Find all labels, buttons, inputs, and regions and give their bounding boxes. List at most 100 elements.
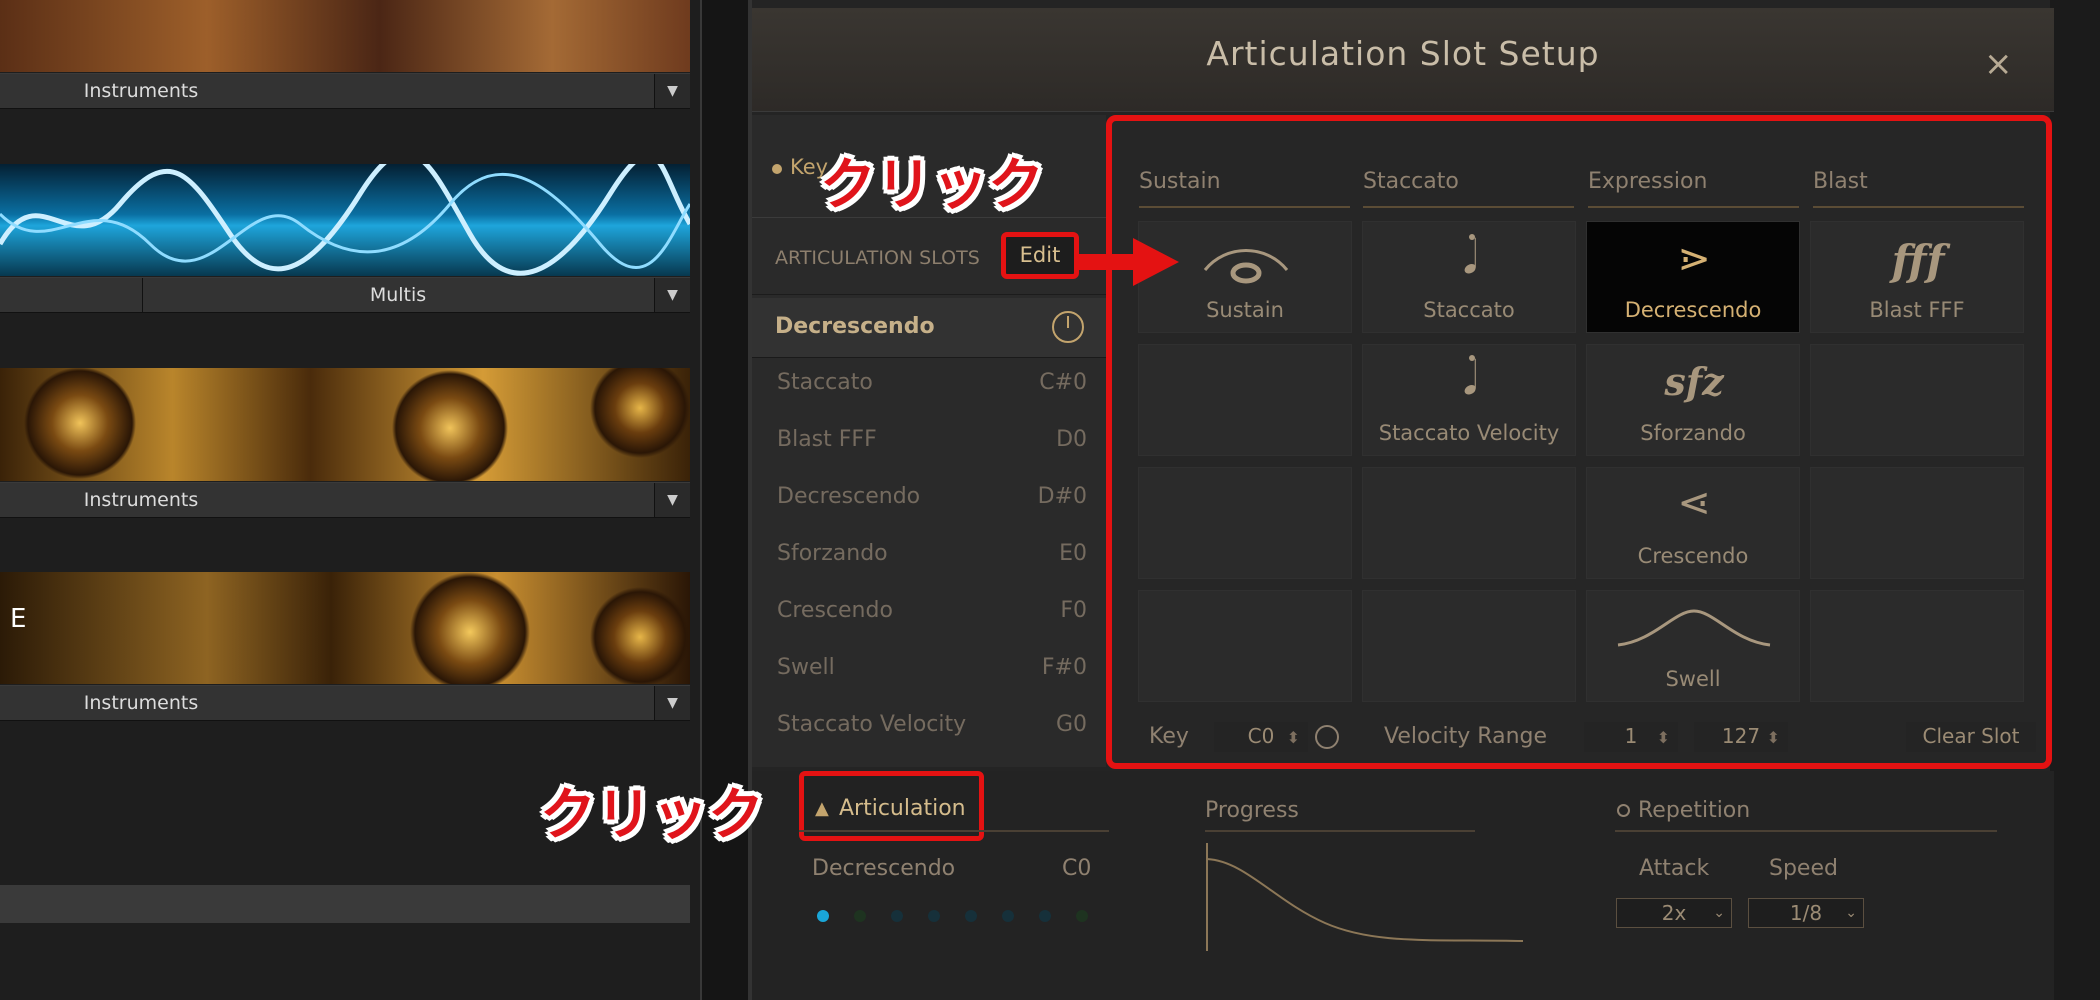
multis-thumbnail[interactable] bbox=[0, 164, 690, 276]
slot-name: Swell bbox=[777, 655, 835, 680]
column-staccato[interactable]: Staccato bbox=[1363, 169, 1574, 208]
attack-label: Attack bbox=[1639, 856, 1710, 881]
repetition-toggle[interactable]: Repetition bbox=[1617, 798, 1750, 823]
slot-key: F0 bbox=[1060, 598, 1087, 623]
keyboard-learn-icon[interactable] bbox=[1315, 725, 1339, 749]
chevron-down-icon[interactable]: ▼ bbox=[654, 483, 690, 517]
clear-slot-button[interactable]: Clear Slot bbox=[1906, 722, 2036, 752]
sidebar-scrollbar[interactable] bbox=[0, 885, 690, 923]
instruments-label-1: Instruments bbox=[83, 80, 199, 102]
speed-select[interactable]: 1/8 ⌄ bbox=[1748, 898, 1864, 928]
cell-empty[interactable] bbox=[1810, 344, 2024, 456]
cell-decrescendo[interactable]: ⋗ Decrescendo bbox=[1586, 221, 1800, 333]
library-bar-3[interactable]: Instruments ▼ bbox=[0, 482, 690, 518]
cell-crescendo[interactable]: ⋖ Crescendo bbox=[1586, 467, 1800, 579]
chevron-down-icon: ⌄ bbox=[1713, 905, 1725, 921]
cell-empty[interactable] bbox=[1362, 467, 1576, 579]
key-value: C0 bbox=[1247, 724, 1275, 748]
slot-row[interactable]: Staccato C#0 bbox=[777, 370, 1087, 427]
slot-row[interactable]: Staccato Velocity G0 bbox=[777, 712, 1087, 769]
dialog-titlebar: Articulation Slot Setup × bbox=[752, 8, 2054, 112]
velocity-min-input[interactable]: 1 ⬍ bbox=[1584, 722, 1678, 752]
slot-row[interactable]: Sforzando E0 bbox=[777, 541, 1087, 598]
cell-empty[interactable] bbox=[1362, 590, 1576, 702]
dot[interactable] bbox=[928, 910, 940, 922]
power-icon[interactable] bbox=[1052, 311, 1084, 343]
speed-label: Speed bbox=[1769, 856, 1838, 881]
instruments-thumbnail-3[interactable]: E bbox=[0, 572, 690, 684]
crescendo-icon: ⋖ bbox=[1677, 480, 1711, 526]
column-sustain[interactable]: Sustain bbox=[1139, 169, 1350, 208]
column-expression[interactable]: Expression bbox=[1588, 169, 1799, 208]
eye-icon bbox=[1203, 249, 1289, 284]
slot-row[interactable]: Blast FFF D0 bbox=[777, 427, 1087, 484]
edit-button[interactable]: Edit bbox=[1001, 232, 1079, 279]
library-bar-2[interactable]: Multis ▼ bbox=[0, 277, 690, 313]
cell-empty[interactable] bbox=[1810, 590, 2024, 702]
thumbnail-letter: E bbox=[10, 604, 27, 634]
slot-key: E0 bbox=[1059, 541, 1087, 566]
chevron-down-icon[interactable]: ▼ bbox=[654, 278, 690, 312]
dot[interactable] bbox=[1002, 910, 1014, 922]
multis-label: Multis bbox=[369, 284, 427, 306]
cell-empty[interactable] bbox=[1138, 590, 1352, 702]
velocity-min-value: 1 bbox=[1624, 724, 1638, 748]
articulation-slots-label: ARTICULATION SLOTS bbox=[775, 247, 980, 269]
dot-icon bbox=[772, 164, 782, 174]
cell-empty[interactable] bbox=[1138, 467, 1352, 579]
slot-name: Staccato Velocity bbox=[777, 712, 967, 737]
fff-icon: fff bbox=[1891, 236, 1945, 285]
key-label: Key bbox=[1149, 724, 1189, 749]
slot-key: F#0 bbox=[1041, 655, 1087, 680]
active-slot-name: Decrescendo bbox=[775, 314, 935, 339]
decrescendo-icon: ⋗ bbox=[1677, 236, 1711, 282]
cell-staccato-label: Staccato bbox=[1423, 298, 1515, 322]
cell-blast-fff[interactable]: fff Blast FFF bbox=[1810, 221, 2024, 333]
bottom-area: ▲ Articulation Decrescendo C0 Progress R… bbox=[752, 771, 2054, 1000]
close-icon[interactable]: × bbox=[1984, 44, 2013, 84]
cell-sforzando[interactable]: sfz Sforzando bbox=[1586, 344, 1800, 456]
key-input[interactable]: C0 ⬍ bbox=[1214, 722, 1308, 752]
slot-row[interactable]: Crescendo F0 bbox=[777, 598, 1087, 655]
instruments-thumbnail-1[interactable] bbox=[0, 0, 690, 72]
triangle-up-icon: ▲ bbox=[815, 798, 829, 819]
cell-staccato-velocity[interactable]: 𝅘𝅥 Staccato Velocity bbox=[1362, 344, 1576, 456]
slot-row[interactable]: Swell F#0 bbox=[777, 655, 1087, 712]
speed-value: 1/8 bbox=[1789, 901, 1823, 925]
chevron-down-icon[interactable]: ▼ bbox=[654, 686, 690, 720]
cell-empty[interactable] bbox=[1810, 467, 2024, 579]
cell-crescendo-label: Crescendo bbox=[1637, 544, 1749, 568]
chevron-down-icon[interactable]: ▼ bbox=[654, 74, 690, 108]
cell-swell[interactable]: Swell bbox=[1586, 590, 1800, 702]
active-slot-row[interactable]: Decrescendo bbox=[752, 298, 1106, 358]
dot[interactable] bbox=[1076, 910, 1088, 922]
library-bar-4[interactable]: Instruments ▼ bbox=[0, 685, 690, 721]
repetition-label: Repetition bbox=[1638, 798, 1751, 823]
dot-active[interactable] bbox=[817, 910, 829, 922]
cell-sustain-label: Sustain bbox=[1206, 298, 1284, 322]
dot[interactable] bbox=[891, 910, 903, 922]
dot[interactable] bbox=[965, 910, 977, 922]
swell-icon bbox=[1617, 609, 1771, 647]
slot-name: Blast FFF bbox=[777, 427, 877, 452]
cell-empty[interactable] bbox=[1138, 344, 1352, 456]
dot[interactable] bbox=[1039, 910, 1051, 922]
cell-staccato[interactable]: 𝅘𝅥 Staccato bbox=[1362, 221, 1576, 333]
velocity-max-input[interactable]: 127 ⬍ bbox=[1694, 722, 1788, 752]
slot-row[interactable]: Decrescendo D#0 bbox=[777, 484, 1087, 541]
instruments-thumbnail-2[interactable] bbox=[0, 368, 690, 481]
click-annotation-2: クリック bbox=[540, 783, 764, 848]
instruments-label-2: Instruments bbox=[83, 489, 199, 511]
attack-select[interactable]: 2x ⌄ bbox=[1616, 898, 1732, 928]
cell-decrescendo-label: Decrescendo bbox=[1624, 298, 1762, 322]
cell-blast-fff-label: Blast FFF bbox=[1869, 298, 1965, 322]
articulation-toggle-label: Articulation bbox=[839, 796, 966, 821]
attack-value: 2x bbox=[1661, 901, 1687, 925]
column-blast[interactable]: Blast bbox=[1813, 169, 2024, 208]
dot[interactable] bbox=[854, 910, 866, 922]
slot-name: Crescendo bbox=[777, 598, 893, 623]
stepper-icon: ⬍ bbox=[1766, 728, 1780, 747]
staccato-note-icon: 𝅘𝅥 bbox=[1463, 230, 1478, 284]
library-bar-1[interactable]: Instruments ▼ bbox=[0, 73, 690, 109]
progress-curve[interactable] bbox=[1205, 841, 1525, 951]
